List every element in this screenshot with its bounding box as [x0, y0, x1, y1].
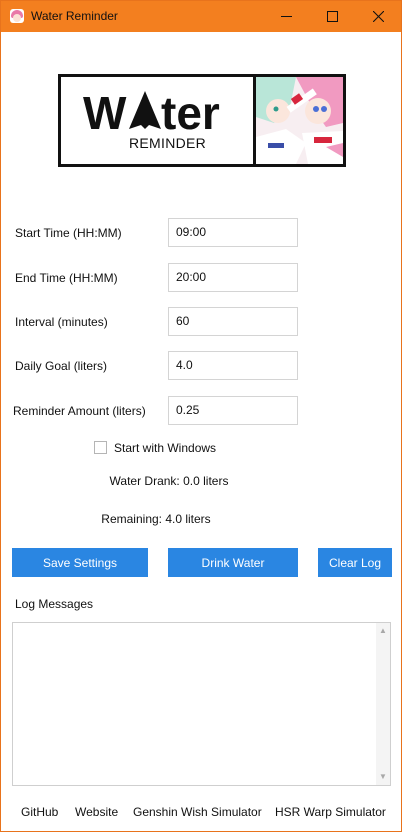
app-window: Water Reminder W ter REMINDER Start Time…	[0, 0, 402, 832]
minimize-button[interactable]	[263, 1, 309, 32]
anime-character-image	[256, 77, 343, 164]
title-bar[interactable]: Water Reminder	[1, 1, 401, 32]
scroll-down-icon[interactable]: ▼	[379, 773, 387, 781]
banner: W ter REMINDER	[58, 74, 346, 167]
reminder-amount-input[interactable]: 0.25	[168, 396, 298, 425]
reminder-amount-label: Reminder Amount (liters)	[13, 404, 146, 418]
end-time-label: End Time (HH:MM)	[15, 271, 118, 285]
interval-input[interactable]: 60	[168, 307, 298, 336]
maximize-icon	[326, 11, 338, 22]
svg-text:W: W	[83, 87, 127, 137]
logo-subtitle: REMINDER	[129, 135, 207, 151]
hsr-warp-simulator-link[interactable]: HSR Warp Simulator	[275, 805, 386, 819]
start-with-windows-checkbox[interactable]	[94, 441, 107, 454]
start-time-label: Start Time (HH:MM)	[15, 226, 122, 240]
log-scrollbar[interactable]: ▲ ▼	[376, 623, 390, 785]
close-button[interactable]	[355, 1, 401, 32]
clear-log-button[interactable]: Clear Log	[318, 548, 392, 577]
remaining-text: Remaining: 4.0 liters	[101, 512, 211, 526]
website-link[interactable]: Website	[75, 805, 118, 819]
log-textarea[interactable]: ▲ ▼	[12, 622, 391, 786]
svg-text:ter: ter	[161, 87, 220, 137]
daily-goal-label: Daily Goal (liters)	[15, 359, 108, 373]
minimize-icon	[280, 16, 292, 17]
start-with-windows-label[interactable]: Start with Windows	[114, 441, 216, 455]
app-avatar-icon	[10, 9, 24, 23]
github-link[interactable]: GitHub	[21, 805, 58, 819]
genshin-wish-simulator-link[interactable]: Genshin Wish Simulator	[133, 805, 262, 819]
log-messages-title: Log Messages	[15, 597, 94, 611]
start-time-input[interactable]: 09:00	[168, 218, 298, 247]
scroll-up-icon[interactable]: ▲	[379, 627, 387, 635]
water-drank-text: Water Drank: 0.0 liters	[109, 474, 229, 488]
interval-label: Interval (minutes)	[15, 315, 108, 329]
window-title: Water Reminder	[31, 9, 118, 23]
close-icon	[372, 11, 384, 22]
end-time-input[interactable]: 20:00	[168, 263, 298, 292]
water-logo: W ter	[83, 87, 243, 137]
drink-water-button[interactable]: Drink Water	[168, 548, 298, 577]
save-settings-button[interactable]: Save Settings	[12, 548, 148, 577]
daily-goal-input[interactable]: 4.0	[168, 351, 298, 380]
maximize-button[interactable]	[309, 1, 355, 32]
